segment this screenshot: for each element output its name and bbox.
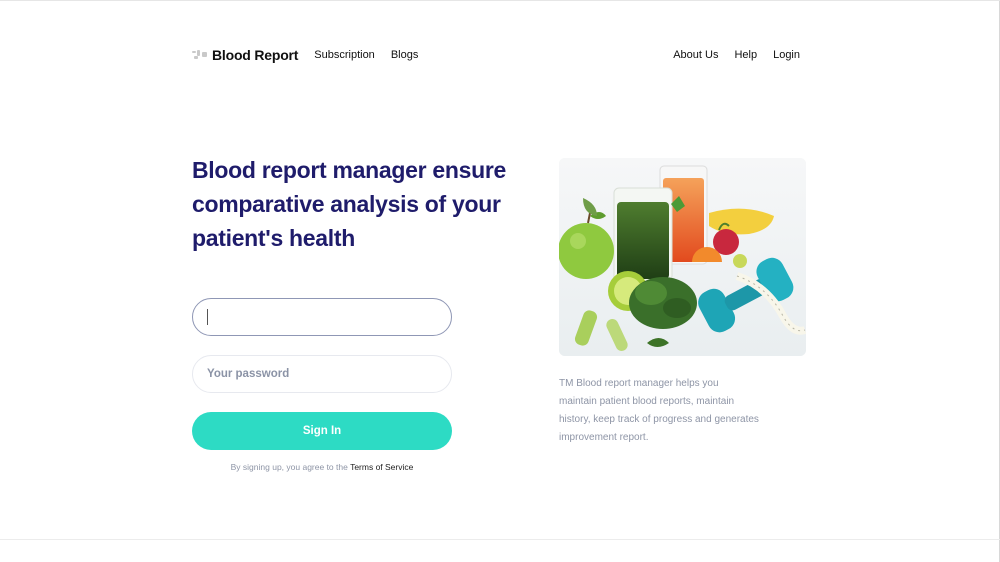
footer-divider <box>0 539 1000 540</box>
nav-left-group: Subscription Blogs <box>314 49 418 61</box>
sign-in-button[interactable]: Sign In <box>192 412 452 450</box>
terms-prefix: By signing up, you agree to the <box>230 462 348 472</box>
healthy-food-dumbbell-illustration <box>559 158 806 356</box>
hero-image <box>559 158 806 356</box>
text-cursor <box>207 309 208 325</box>
email-field[interactable] <box>192 298 452 336</box>
nav-link-login[interactable]: Login <box>773 49 800 61</box>
nav-link-subscription[interactable]: Subscription <box>314 49 375 61</box>
product-description: TM Blood report manager helps you mainta… <box>559 378 759 443</box>
hero-title: Blood report manager ensure comparative … <box>192 157 506 251</box>
terms-notice: By signing up, you agree to the Terms of… <box>192 462 452 472</box>
top-navbar: Blood Report Subscription Blogs About Us… <box>192 43 800 67</box>
brand-name: Blood Report <box>212 47 299 63</box>
password-field[interactable] <box>192 355 452 393</box>
nav-link-blogs[interactable]: Blogs <box>391 49 419 61</box>
nav-link-help[interactable]: Help <box>734 49 757 61</box>
brand[interactable]: Blood Report <box>192 47 298 63</box>
login-page: Blood Report Subscription Blogs About Us… <box>0 0 1000 562</box>
terms-of-service-link[interactable]: Terms of Service <box>350 462 413 472</box>
nav-right-group: About Us Help Login <box>673 49 800 61</box>
nav-link-about-us[interactable]: About Us <box>673 49 718 61</box>
brand-logo-icon <box>192 48 210 62</box>
